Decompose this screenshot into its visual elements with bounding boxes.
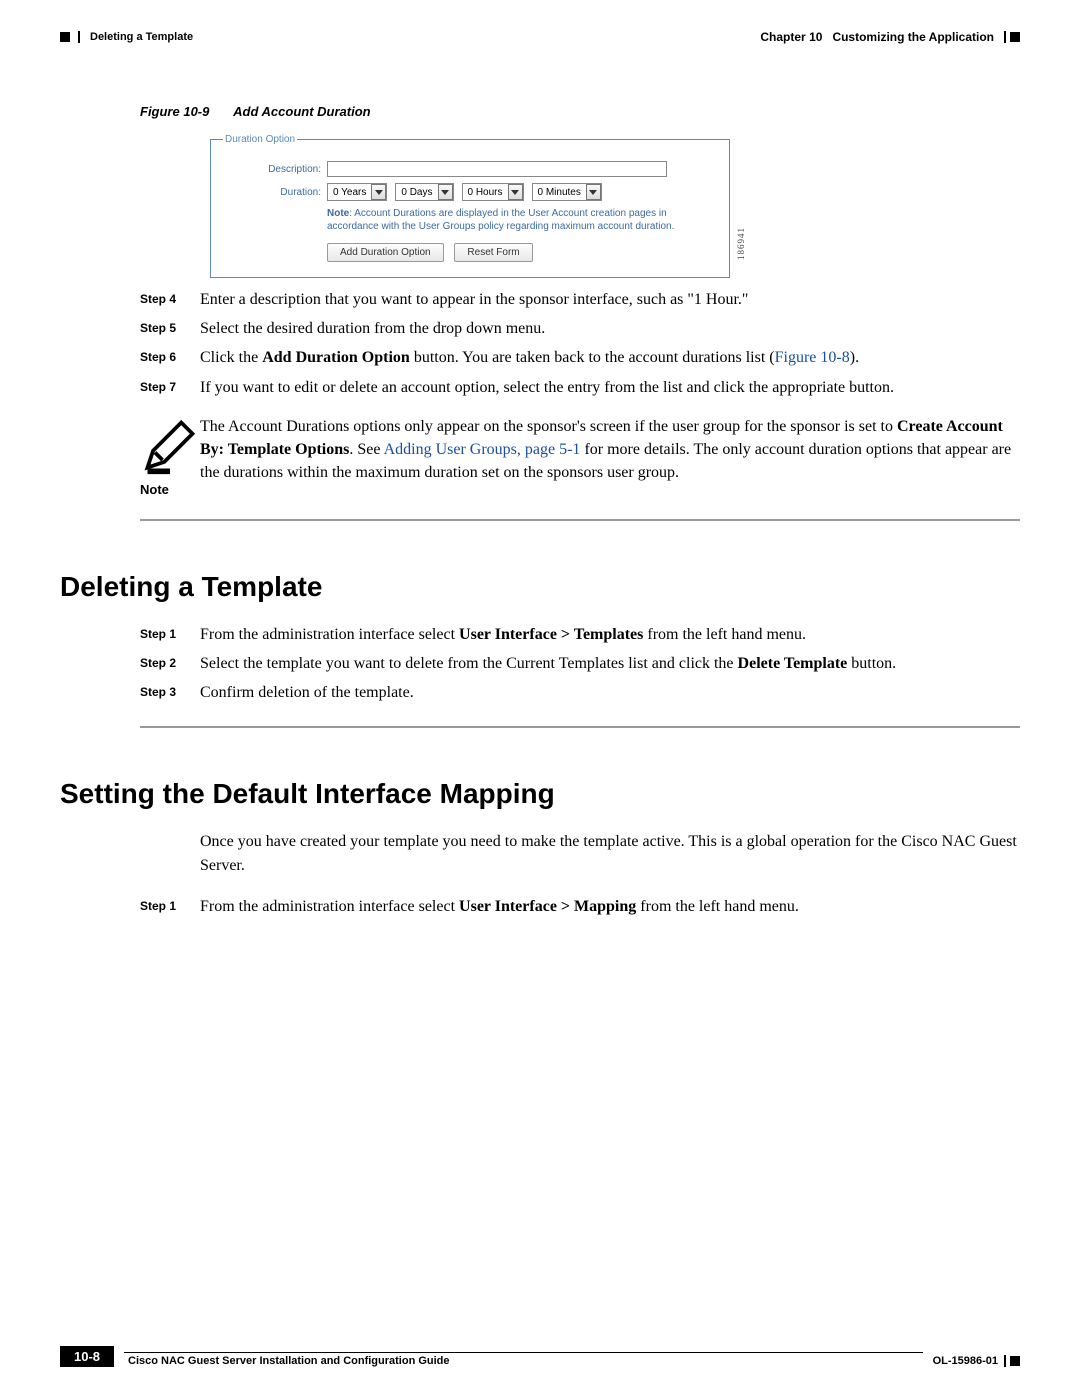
days-dropdown[interactable]: 0 Days [395,183,453,201]
header-square-icon [60,32,70,42]
hours-dropdown[interactable]: 0 Hours [462,183,524,201]
footer-divider [1004,1355,1006,1367]
figure-title: Add Account Duration [233,104,370,119]
step-body: If you want to edit or delete an account… [200,376,1020,399]
footer-doc-code: OL-15986-01 [933,1355,998,1367]
note-text: The Account Durations options only appea… [200,415,1020,497]
header-chapter-label: Chapter 10 [760,30,822,44]
note-block: Note The Account Durations options only … [140,415,1020,497]
step-label: Step 3 [140,681,200,704]
step-4: Step 4 Enter a description that you want… [140,288,1020,311]
mapping-step-1: Step 1 From the administration interface… [140,895,1020,918]
step-7: Step 7 If you want to edit or delete an … [140,376,1020,399]
note-label: Note [140,482,200,497]
header-section-title: Deleting a Template [90,31,193,43]
page-footer: 10-8 Cisco NAC Guest Server Installation… [60,1346,1020,1367]
screenshot-code: 186941 [736,227,746,260]
note-pen-icon [140,415,200,480]
figure-number: Figure 10-9 [140,104,230,119]
step-label: Step 1 [140,895,200,918]
step-label: Step 6 [140,346,200,369]
header-divider [78,31,80,43]
step-6: Step 6 Click the Add Duration Option but… [140,346,1020,369]
header-square-icon-right [1010,32,1020,42]
header-chapter-title: Customizing the Application [832,30,994,44]
fieldset-legend: Duration Option [223,134,297,145]
step-body: Select the desired duration from the dro… [200,317,1020,340]
step-label: Step 4 [140,288,200,311]
step-label: Step 1 [140,623,200,646]
fieldset-note: Note: Account Durations are displayed in… [327,207,707,233]
heading-deleting-template: Deleting a Template [60,571,1020,603]
step-body: Click the Add Duration Option button. Yo… [200,346,1020,369]
description-input[interactable] [327,161,667,177]
years-dropdown[interactable]: 0 Years [327,183,387,201]
chevron-down-icon [438,184,453,200]
step-body: From the administration interface select… [200,623,1020,646]
step-5: Step 5 Select the desired duration from … [140,317,1020,340]
delete-step-2: Step 2 Select the template you want to d… [140,652,1020,675]
figure-link[interactable]: Figure 10-8 [775,349,850,366]
duration-label: Duration: [263,187,321,198]
step-body: From the administration interface select… [200,895,1020,918]
step-label: Step 2 [140,652,200,675]
minutes-dropdown[interactable]: 0 Minutes [532,183,602,201]
description-label: Description: [263,164,321,175]
step-body: Enter a description that you want to app… [200,288,1020,311]
section-divider [140,726,1020,728]
delete-step-3: Step 3 Confirm deletion of the template. [140,681,1020,704]
header-divider-right [1004,31,1006,43]
page-header: Deleting a Template Chapter 10 Customizi… [60,30,1020,44]
add-duration-option-button[interactable]: Add Duration Option [327,243,444,262]
step-body: Select the template you want to delete f… [200,652,1020,675]
figure-caption: Figure 10-9 Add Account Duration [140,104,1020,119]
footer-guide-title: Cisco NAC Guest Server Installation and … [124,1355,923,1367]
step-body: Confirm deletion of the template. [200,681,1020,704]
user-groups-link[interactable]: Adding User Groups, page 5-1 [384,441,581,458]
screenshot-duration-option: Duration Option Description: Duration: 0… [210,134,730,278]
chevron-down-icon [371,184,386,200]
step-label: Step 5 [140,317,200,340]
section-divider [140,519,1020,521]
page-number: 10-8 [60,1346,114,1367]
footer-square-icon [1010,1356,1020,1366]
section-intro: Once you have created your template you … [200,830,1020,876]
reset-form-button[interactable]: Reset Form [454,243,532,262]
step-label: Step 7 [140,376,200,399]
heading-default-mapping: Setting the Default Interface Mapping [60,778,1020,810]
chevron-down-icon [586,184,601,200]
chevron-down-icon [508,184,523,200]
delete-step-1: Step 1 From the administration interface… [140,623,1020,646]
